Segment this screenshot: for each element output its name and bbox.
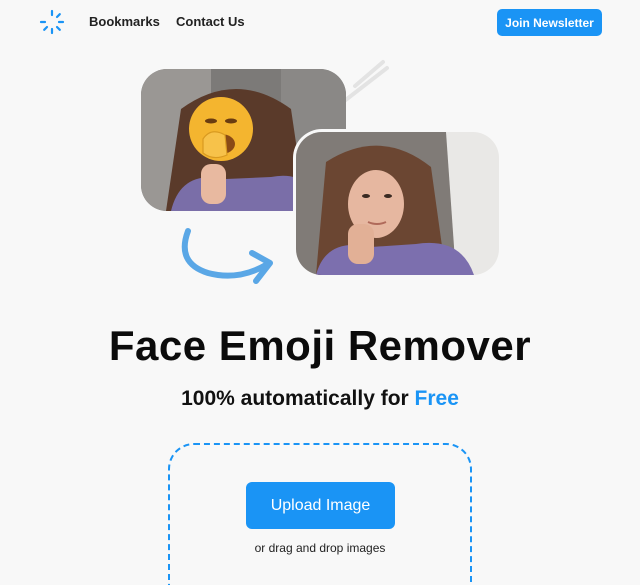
subtitle-accent: Free bbox=[414, 387, 459, 410]
top-nav: Bookmarks Contact Us Join Newsletter bbox=[0, 0, 640, 44]
nav-link-contact-us[interactable]: Contact Us bbox=[176, 14, 245, 29]
spinner-logo-icon[interactable] bbox=[38, 8, 66, 36]
drag-drop-hint: or drag and drop images bbox=[254, 541, 386, 555]
upload-image-button[interactable]: Upload Image bbox=[246, 482, 395, 529]
page-subtitle: 100% automatically for Free bbox=[0, 387, 640, 411]
after-photo-without-emoji bbox=[296, 132, 499, 275]
hero-illustration bbox=[140, 58, 510, 298]
curved-arrow-icon bbox=[181, 228, 273, 284]
page-title: Face Emoji Remover bbox=[108, 322, 532, 369]
subtitle-text: 100% automatically for bbox=[181, 387, 415, 410]
nav-link-bookmarks[interactable]: Bookmarks bbox=[89, 14, 160, 29]
join-newsletter-button[interactable]: Join Newsletter bbox=[497, 9, 602, 36]
